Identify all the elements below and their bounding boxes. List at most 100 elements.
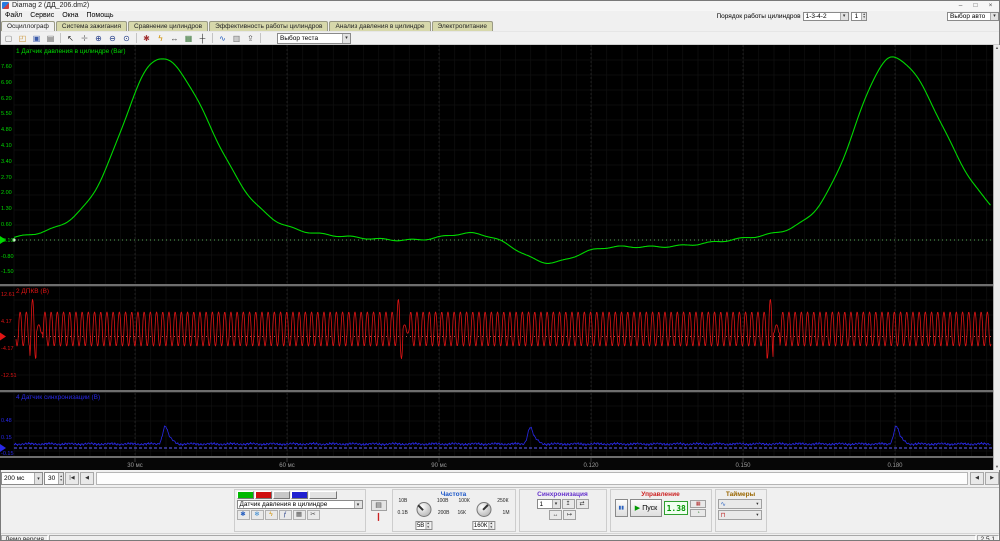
cursor-icon[interactable]: ↖ xyxy=(64,32,77,44)
car-select-button[interactable]: Выбор авто ▾ xyxy=(947,12,999,21)
channel-title-ch4: 4 Датчик синхронизации (В) xyxy=(16,394,100,401)
channel-button-ch2[interactable] xyxy=(255,491,272,499)
frequency-section: Частота 10В 100В 0.1В 200В 5В ▴ ▾ xyxy=(392,489,516,532)
oscilloscope-display[interactable]: 30 мс60 мс90 мс0.1200.1500.1801 Датчик д… xyxy=(0,45,1000,470)
oscilloscope-area[interactable]: 30 мс60 мс90 мс0.1200.1500.1801 Датчик д… xyxy=(0,45,1000,470)
toolbar-separator xyxy=(260,33,261,43)
dual-view-icon[interactable]: ▥ xyxy=(230,32,243,44)
chevron-down-icon: ▾ xyxy=(756,512,758,518)
sync-source-select[interactable]: 1 ▾ xyxy=(537,499,561,509)
zoom-in-icon[interactable]: ⊕ xyxy=(92,32,105,44)
tab-power-supply[interactable]: Электропитание xyxy=(432,21,494,31)
zoom-fit-icon[interactable]: ⊙ xyxy=(120,32,133,44)
new-file-icon[interactable]: ▢ xyxy=(2,32,15,44)
sync-swap-button[interactable]: ⇄ xyxy=(576,499,589,509)
spark-icon[interactable]: ϟ xyxy=(265,510,278,520)
print-icon[interactable]: ▤ xyxy=(44,32,57,44)
menubar-items: ФайлСервисОкнаПомощь xyxy=(1,11,118,21)
spinner-buttons[interactable]: ▴ ▾ xyxy=(58,473,63,484)
signal-select[interactable]: Датчик давления в цилиндре ▾ xyxy=(237,500,363,509)
go-prev-button[interactable]: ◀ xyxy=(80,472,94,485)
spark-icon[interactable]: ϟ xyxy=(154,32,167,44)
spinner-buttons[interactable]: ▴ ▾ xyxy=(861,13,866,20)
toolbar-separator xyxy=(60,33,61,43)
go-first-button[interactable]: |◀ xyxy=(65,472,79,485)
voltage-range-knob[interactable]: 10В 100В 0.1В 200В 5В ▴ ▾ xyxy=(398,499,450,530)
axis-label-ch2: -4.17 xyxy=(1,346,14,352)
axis-label-ch2: -12.51 xyxy=(1,373,17,379)
table-icon[interactable]: ▦ xyxy=(293,510,306,520)
printer-icon[interactable]: ▤ xyxy=(371,500,387,511)
voltage-range-value[interactable]: 5В ▴ ▾ xyxy=(415,521,432,530)
app-window: Diamag 2 (ДД_206.dm2) – □ × ФайлСервисОк… xyxy=(0,0,1000,541)
sync-shift-button[interactable]: ↦ xyxy=(563,510,576,520)
sample-rate-knob-dial[interactable] xyxy=(476,502,491,517)
timebase-select[interactable]: 200 мс ▾ xyxy=(1,472,43,485)
toolbar: ▢◰▣▤ ↖✛⊕⊖⊙ ✱ϟ↔▦┼ ∿▥⇪ Выбор теста ▾ xyxy=(0,31,1000,45)
snowflake-icon[interactable]: ❄ xyxy=(251,510,264,520)
tab-cylinder-efficiency[interactable]: Эффективность работы цилиндров xyxy=(209,21,328,31)
frequency-section-title: Частота xyxy=(395,491,513,498)
sample-rate-value[interactable]: 160К ▴ ▾ xyxy=(472,521,495,530)
wave-view-icon[interactable]: ∿ xyxy=(216,32,229,44)
scroll-left-button[interactable]: ◀ xyxy=(970,472,984,485)
menu-help[interactable]: Помощь xyxy=(82,11,117,21)
cylinder-number-spinner[interactable]: 1 ▴ ▾ xyxy=(851,12,867,21)
firing-order-select[interactable]: 1-3-4-2 ▾ xyxy=(803,12,849,21)
channel-button-ch4[interactable] xyxy=(291,491,308,499)
channel-button-ch1[interactable] xyxy=(237,491,254,499)
toolbar-icons: ▢◰▣▤ ↖✛⊕⊖⊙ ✱ϟ↔▦┼ ∿▥⇪ xyxy=(2,32,263,44)
position-spinner[interactable]: 30 ▴ ▾ xyxy=(44,472,64,485)
timer-2-button[interactable]: ⊓▾ xyxy=(718,510,762,520)
channel-extra-button[interactable] xyxy=(309,491,337,499)
menu-file[interactable]: Файл xyxy=(1,11,26,21)
spinner-buttons[interactable]: ▴ ▾ xyxy=(425,522,430,529)
tab-ignition-system[interactable]: Система зажигания xyxy=(56,21,127,31)
export-icon[interactable]: ⇪ xyxy=(244,32,257,44)
scroll-right-button[interactable]: ▶ xyxy=(985,472,999,485)
axis-label-ch1: 0.60 xyxy=(1,222,12,228)
minimize-button[interactable]: – xyxy=(953,1,968,11)
menu-windows[interactable]: Окна xyxy=(58,11,82,21)
grid-icon[interactable]: ▦ xyxy=(182,32,195,44)
voltage-knob-dial[interactable] xyxy=(416,502,431,517)
axis-label-ch1: -0.80 xyxy=(1,254,14,260)
tab-oscilloscope[interactable]: Осциллограф xyxy=(1,21,55,31)
test-select[interactable]: Выбор теста ▾ xyxy=(277,33,351,44)
channel-button-ch3[interactable] xyxy=(273,491,290,499)
spinner-down-icon[interactable]: ▾ xyxy=(427,526,429,530)
cut-icon[interactable]: ✂ xyxy=(307,510,320,520)
start-button[interactable]: ▶ Пуск xyxy=(630,499,662,517)
scroll-up-icon[interactable]: ▲ xyxy=(995,45,999,51)
spinner-buttons[interactable]: ▴ ▾ xyxy=(488,522,493,529)
scroll-down-icon[interactable]: ▼ xyxy=(995,464,999,470)
save-icon[interactable]: ▣ xyxy=(30,32,43,44)
record-grid-button[interactable]: ▦ xyxy=(690,500,706,508)
tab-pressure-analysis[interactable]: Анализ давления в цилиндре xyxy=(329,21,430,31)
crosshair-icon[interactable]: ┼ xyxy=(196,32,209,44)
timer-1-button[interactable]: ∿▾ xyxy=(718,499,762,509)
marker-icon[interactable]: ✱ xyxy=(140,32,153,44)
spinner-down-icon[interactable]: ▾ xyxy=(862,16,866,20)
sync-span-button[interactable]: ↔ xyxy=(549,510,562,520)
probe-icon[interactable]: ✱ xyxy=(237,510,250,520)
horizontal-scrollbar-track[interactable] xyxy=(96,472,968,485)
zoom-out-icon[interactable]: ⊖ xyxy=(106,32,119,44)
pan-hand-icon[interactable]: ✛ xyxy=(78,32,91,44)
knob-scale-label: 10В xyxy=(399,499,408,504)
spinner-down-icon[interactable]: ▾ xyxy=(490,526,492,530)
timer-clock-button[interactable]: ◔ xyxy=(690,509,706,517)
function-icon[interactable]: ƒ xyxy=(279,510,292,520)
scope-vertical-scrollbar[interactable]: ▲ ▼ xyxy=(993,45,1000,470)
menubar: ФайлСервисОкнаПомощь Порядок работы цили… xyxy=(0,11,1000,21)
menu-service[interactable]: Сервис xyxy=(26,11,58,21)
sync-edge-button[interactable]: ↥ xyxy=(562,499,575,509)
pause-button[interactable]: ▮▮ xyxy=(615,499,628,517)
sample-rate-knob[interactable]: 100К 250К 16К 1М 160К ▴ ▾ xyxy=(458,499,510,530)
ruler-icon[interactable]: ↔ xyxy=(168,32,181,44)
close-button[interactable]: × xyxy=(983,1,998,11)
open-folder-icon[interactable]: ◰ xyxy=(16,32,29,44)
tab-cylinder-compare[interactable]: Сравнение цилиндров xyxy=(128,21,208,31)
maximize-button[interactable]: □ xyxy=(968,1,983,11)
spinner-down-icon[interactable]: ▾ xyxy=(59,479,63,483)
